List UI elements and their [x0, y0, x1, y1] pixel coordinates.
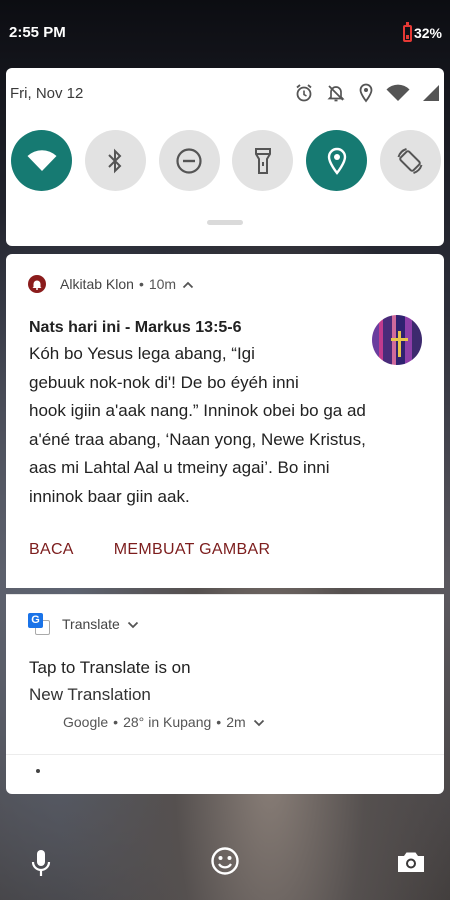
location-icon	[358, 83, 374, 108]
status-time: 2:55 PM	[9, 24, 66, 41]
bell-icon	[28, 275, 46, 293]
location-icon	[327, 147, 346, 175]
notification-age: 2m	[226, 716, 246, 730]
action-baca-button[interactable]: BACA	[29, 541, 74, 559]
notification-title: Nats hari ini - Markus 13:5-6	[29, 319, 242, 336]
tile-bluetooth[interactable]	[84, 130, 146, 191]
separator-dot: •	[216, 716, 222, 730]
tile-auto-rotate[interactable]	[379, 130, 441, 191]
auto-rotate-icon	[398, 147, 423, 174]
app-name: Alkitab Klon	[60, 276, 134, 292]
app-name: Translate	[62, 616, 120, 632]
quick-settings-panel: Fri, Nov 12	[6, 68, 444, 246]
notification-body: Kóh bo Yesus lega abang, “Igi gebuuk nok…	[29, 344, 366, 506]
tile-flashlight[interactable]	[232, 130, 294, 191]
app-name: Google	[63, 716, 109, 730]
quick-settings-tiles	[11, 130, 441, 191]
overflow-dot-icon	[36, 769, 40, 773]
tile-location[interactable]	[306, 130, 368, 191]
qs-status-icons	[294, 83, 440, 108]
flashlight-icon	[254, 147, 271, 174]
weather-temperature: 28°	[123, 716, 145, 730]
notification-subtitle: New Translation	[29, 685, 151, 704]
notification-actions: BACA MEMBUAT GAMBAR	[29, 541, 270, 559]
camera-icon[interactable]	[396, 850, 426, 879]
chevron-down-icon[interactable]	[253, 716, 265, 730]
notification-header: G Translate	[28, 613, 139, 635]
action-membuat-gambar-button[interactable]: MEMBUAT GAMBAR	[114, 541, 271, 559]
tile-wifi[interactable]	[11, 130, 72, 191]
wifi-icon	[386, 84, 410, 107]
wifi-icon	[27, 149, 56, 171]
notification-title: Tap to Translate is on	[29, 658, 191, 677]
chevron-up-icon[interactable]	[182, 276, 194, 292]
notification-age: 10m	[148, 276, 177, 292]
google-translate-icon: G	[28, 613, 50, 635]
microphone-icon[interactable]	[31, 848, 51, 883]
signal-icon	[422, 84, 440, 107]
separator-dot: •	[138, 276, 144, 292]
alarm-icon	[294, 83, 314, 108]
notification-google[interactable]: Google • 28° in Kupang • 2m	[6, 716, 444, 794]
notification-header: Alkitab Klon • 10m	[28, 275, 194, 293]
drag-handle[interactable]	[207, 220, 243, 225]
do-not-disturb-icon	[176, 147, 202, 174]
tile-do-not-disturb[interactable]	[158, 130, 220, 191]
battery-percent: 32%	[413, 25, 442, 41]
mute-icon	[326, 83, 346, 108]
divider	[6, 754, 444, 755]
notification-alkitab[interactable]: Alkitab Klon • 10m Nats hari ini - Marku…	[6, 254, 444, 588]
smiley-icon[interactable]	[210, 846, 240, 881]
notification-header: Google • 28° in Kupang • 2m	[63, 716, 265, 730]
status-bar: 2:55 PM 32%	[0, 0, 450, 68]
weather-location: in Kupang	[148, 716, 212, 730]
chevron-down-icon[interactable]	[127, 616, 139, 632]
qs-date[interactable]: Fri, Nov 12	[10, 85, 83, 102]
bluetooth-icon	[108, 148, 122, 173]
separator-dot: •	[113, 716, 119, 730]
notification-translate[interactable]: G Translate Tap to Translate is on New T…	[6, 594, 444, 721]
battery-icon	[403, 22, 412, 42]
